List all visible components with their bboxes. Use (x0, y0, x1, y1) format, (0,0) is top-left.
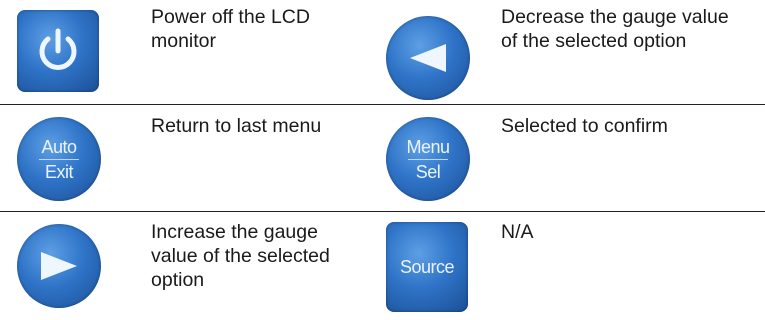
auto-exit-button-image: Auto Exit (17, 117, 101, 201)
auto-label: Auto (41, 136, 77, 157)
source-description: N/A (501, 221, 534, 243)
right-arrow-icon (41, 252, 77, 280)
row-divider-2 (0, 211, 765, 212)
left-arrow-icon (410, 44, 446, 72)
menu-sel-description: Selected to confirm (501, 115, 668, 137)
controls-table: Power off the LCD monitor Decrease the g… (0, 0, 765, 320)
power-description: Power off the LCD monitor (151, 6, 310, 52)
decrease-description: Decrease the gauge value of the selected… (501, 6, 729, 52)
source-icon: Source (399, 256, 455, 277)
source-button-image: Source (386, 222, 468, 312)
auto-exit-divider (39, 158, 79, 160)
power-button-image (17, 10, 99, 92)
row-divider-1 (0, 104, 765, 105)
menu-sel-button-image: Menu Sel (386, 117, 470, 201)
menu-sel-icon: Menu Sel (406, 136, 450, 182)
auto-exit-description: Return to last menu (151, 115, 322, 137)
increase-description: Increase the gauge value of the selected… (151, 221, 330, 291)
sel-label: Sel (415, 161, 441, 182)
exit-label: Exit (44, 161, 74, 182)
auto-exit-icon: Auto Exit (39, 138, 79, 181)
power-icon (39, 28, 77, 70)
menu-label: Menu (406, 136, 450, 157)
right-arrow-button-image (17, 224, 101, 308)
left-arrow-button-image (386, 16, 470, 100)
menu-sel-divider (408, 158, 448, 160)
